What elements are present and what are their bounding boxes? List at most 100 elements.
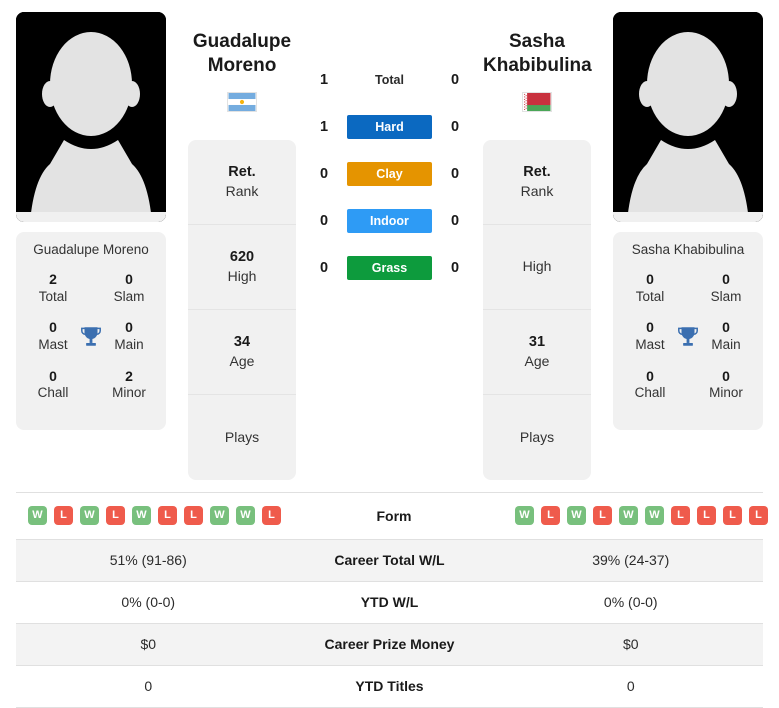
trophy-icon (675, 324, 701, 350)
comparison-stats-table: WLWLWLLWWL Form WLWLWWLLLL 51% (91-86) C… (16, 491, 768, 708)
right-titles-total: 0 Total (619, 271, 681, 305)
left-player-first-name: Guadalupe (192, 31, 292, 52)
value: 0 (646, 271, 654, 287)
left-titles-total: 2 Total (22, 271, 84, 305)
label: Rank (225, 182, 259, 199)
row-label-career-total-wl: Career Total W/L (334, 552, 445, 568)
value: 0 (125, 271, 133, 287)
left-career-total-wl: 51% (91-86) (109, 552, 187, 568)
right-ytd-wl: 0% (0-0) (603, 594, 658, 610)
label: Main (114, 336, 144, 352)
value: Ret. (228, 163, 256, 180)
right-player-first-name: Sasha (509, 31, 565, 52)
left-ytd-wl: 0% (0-0) (121, 594, 176, 610)
value: 0 (722, 319, 730, 336)
right-player-card-name: Sasha Khabibulina (631, 242, 745, 257)
left-player-info-column: Guadalupe Moreno Ret. Rank 620 High 34 A… (184, 12, 300, 480)
form-badge-win: W (567, 506, 586, 525)
left-ytd-titles: 0 (144, 678, 153, 694)
right-player-info-card: Ret. Rank High 31 Age Plays (483, 139, 591, 480)
label: Main (711, 336, 741, 352)
h2h-label-hard[interactable]: Hard (347, 115, 432, 139)
value: 31 (528, 333, 546, 350)
label: High (227, 267, 257, 284)
left-player-avatar[interactable] (16, 12, 166, 222)
titles-row: 0 Chall 2 Minor (22, 368, 160, 402)
form-badge-loss: L (541, 506, 560, 525)
left-titles-chall: 0 Chall (22, 368, 84, 402)
value: 0 (722, 367, 730, 384)
label: Plays (519, 428, 555, 445)
value: 0 (646, 319, 654, 336)
form-badge-loss: L (184, 506, 203, 525)
label: Slam (710, 288, 742, 304)
form-badge-loss: L (158, 506, 177, 525)
head-to-head-column: 1 Total 0 1 Hard 0 0 Clay 0 0 Indoor 0 0 (300, 12, 479, 280)
form-badge-win: W (80, 506, 99, 525)
right-player-titles-card: Sasha Khabibulina 0 Total 0 Slam 0 Mast … (613, 232, 763, 431)
h2h-row-indoor: 0 Indoor 0 (300, 209, 479, 233)
h2h-right-score: 0 (450, 72, 460, 88)
left-player-last-name: Moreno (207, 54, 277, 76)
left-info-age: 34 Age (188, 310, 296, 395)
right-player-avatar[interactable] (613, 12, 763, 222)
left-flag-wrap (188, 91, 296, 114)
h2h-left-score: 0 (319, 166, 329, 182)
right-titles-slam: 0 Slam (695, 271, 757, 305)
right-form-cell: WLWLWWLLLL (503, 500, 772, 531)
h2h-right-score: 0 (450, 260, 460, 276)
h2h-row-total: 1 Total 0 (300, 68, 479, 92)
label: Mast (38, 336, 68, 352)
row-label-ytd-wl: YTD W/L (360, 594, 419, 610)
player-avatar-placeholder-icon (613, 12, 763, 222)
label: Chall (634, 385, 666, 401)
h2h-label-indoor[interactable]: Indoor (347, 209, 432, 233)
h2h-label-clay[interactable]: Clay (347, 162, 432, 186)
right-player-last-name: Khabibulina (483, 54, 592, 76)
form-badge-loss: L (106, 506, 125, 525)
titles-row: 2 Total 0 Slam (22, 271, 160, 305)
label: Mast (635, 336, 665, 352)
trophy-icon (78, 324, 104, 350)
players-header-section: Guadalupe Moreno 2 Total 0 Slam 0 Mast 0… (0, 0, 779, 480)
right-titles-chall: 0 Chall (619, 368, 681, 402)
left-info-rank: Ret. Rank (188, 140, 296, 225)
row-label-form: Form (376, 507, 412, 524)
left-titles-mast: 0 Mast (22, 319, 84, 353)
right-info-plays: Plays (483, 395, 591, 480)
right-info-age: 31 Age (483, 310, 591, 395)
right-info-high: High (483, 225, 591, 310)
form-badge-loss: L (749, 506, 768, 525)
left-player-card-name: Guadalupe Moreno (33, 242, 149, 257)
form-badge-loss: L (723, 506, 742, 525)
value: 2 (49, 271, 57, 287)
titles-row: 0 Total 0 Slam (619, 271, 757, 305)
value: 620 (229, 248, 255, 265)
left-player-info-card: Ret. Rank 620 High 34 Age Plays (188, 139, 296, 480)
form-badge-win: W (132, 506, 151, 525)
form-badge-loss: L (262, 506, 281, 525)
label: Minor (709, 385, 743, 401)
label: Minor (112, 385, 146, 401)
right-player-name: Sasha Khabibulina (483, 30, 592, 78)
left-titles-grid: 2 Total 0 Slam 0 Mast 0 Main 0 Chall 2 M… (22, 271, 160, 402)
h2h-label-grass[interactable]: Grass (347, 256, 432, 280)
left-titles-main: 0 Main (98, 319, 160, 353)
form-badge-win: W (210, 506, 229, 525)
label: Age (229, 352, 255, 369)
titles-row: 0 Chall 0 Minor (619, 368, 757, 402)
h2h-right-score: 0 (450, 213, 460, 229)
value: 34 (233, 333, 251, 350)
left-form-cell: WLWLWLLWWL (16, 500, 285, 531)
form-badge-loss: L (671, 506, 690, 525)
right-info-rank: Ret. Rank (483, 140, 591, 225)
h2h-right-score: 0 (450, 166, 460, 182)
left-career-prize-money: $0 (140, 636, 157, 652)
left-titles-minor: 2 Minor (98, 368, 160, 402)
value: 0 (49, 367, 57, 384)
form-badge-loss: L (593, 506, 612, 525)
label: Total (38, 288, 68, 304)
value: Ret. (523, 163, 551, 180)
form-badge-win: W (28, 506, 47, 525)
value: 0 (722, 271, 730, 287)
